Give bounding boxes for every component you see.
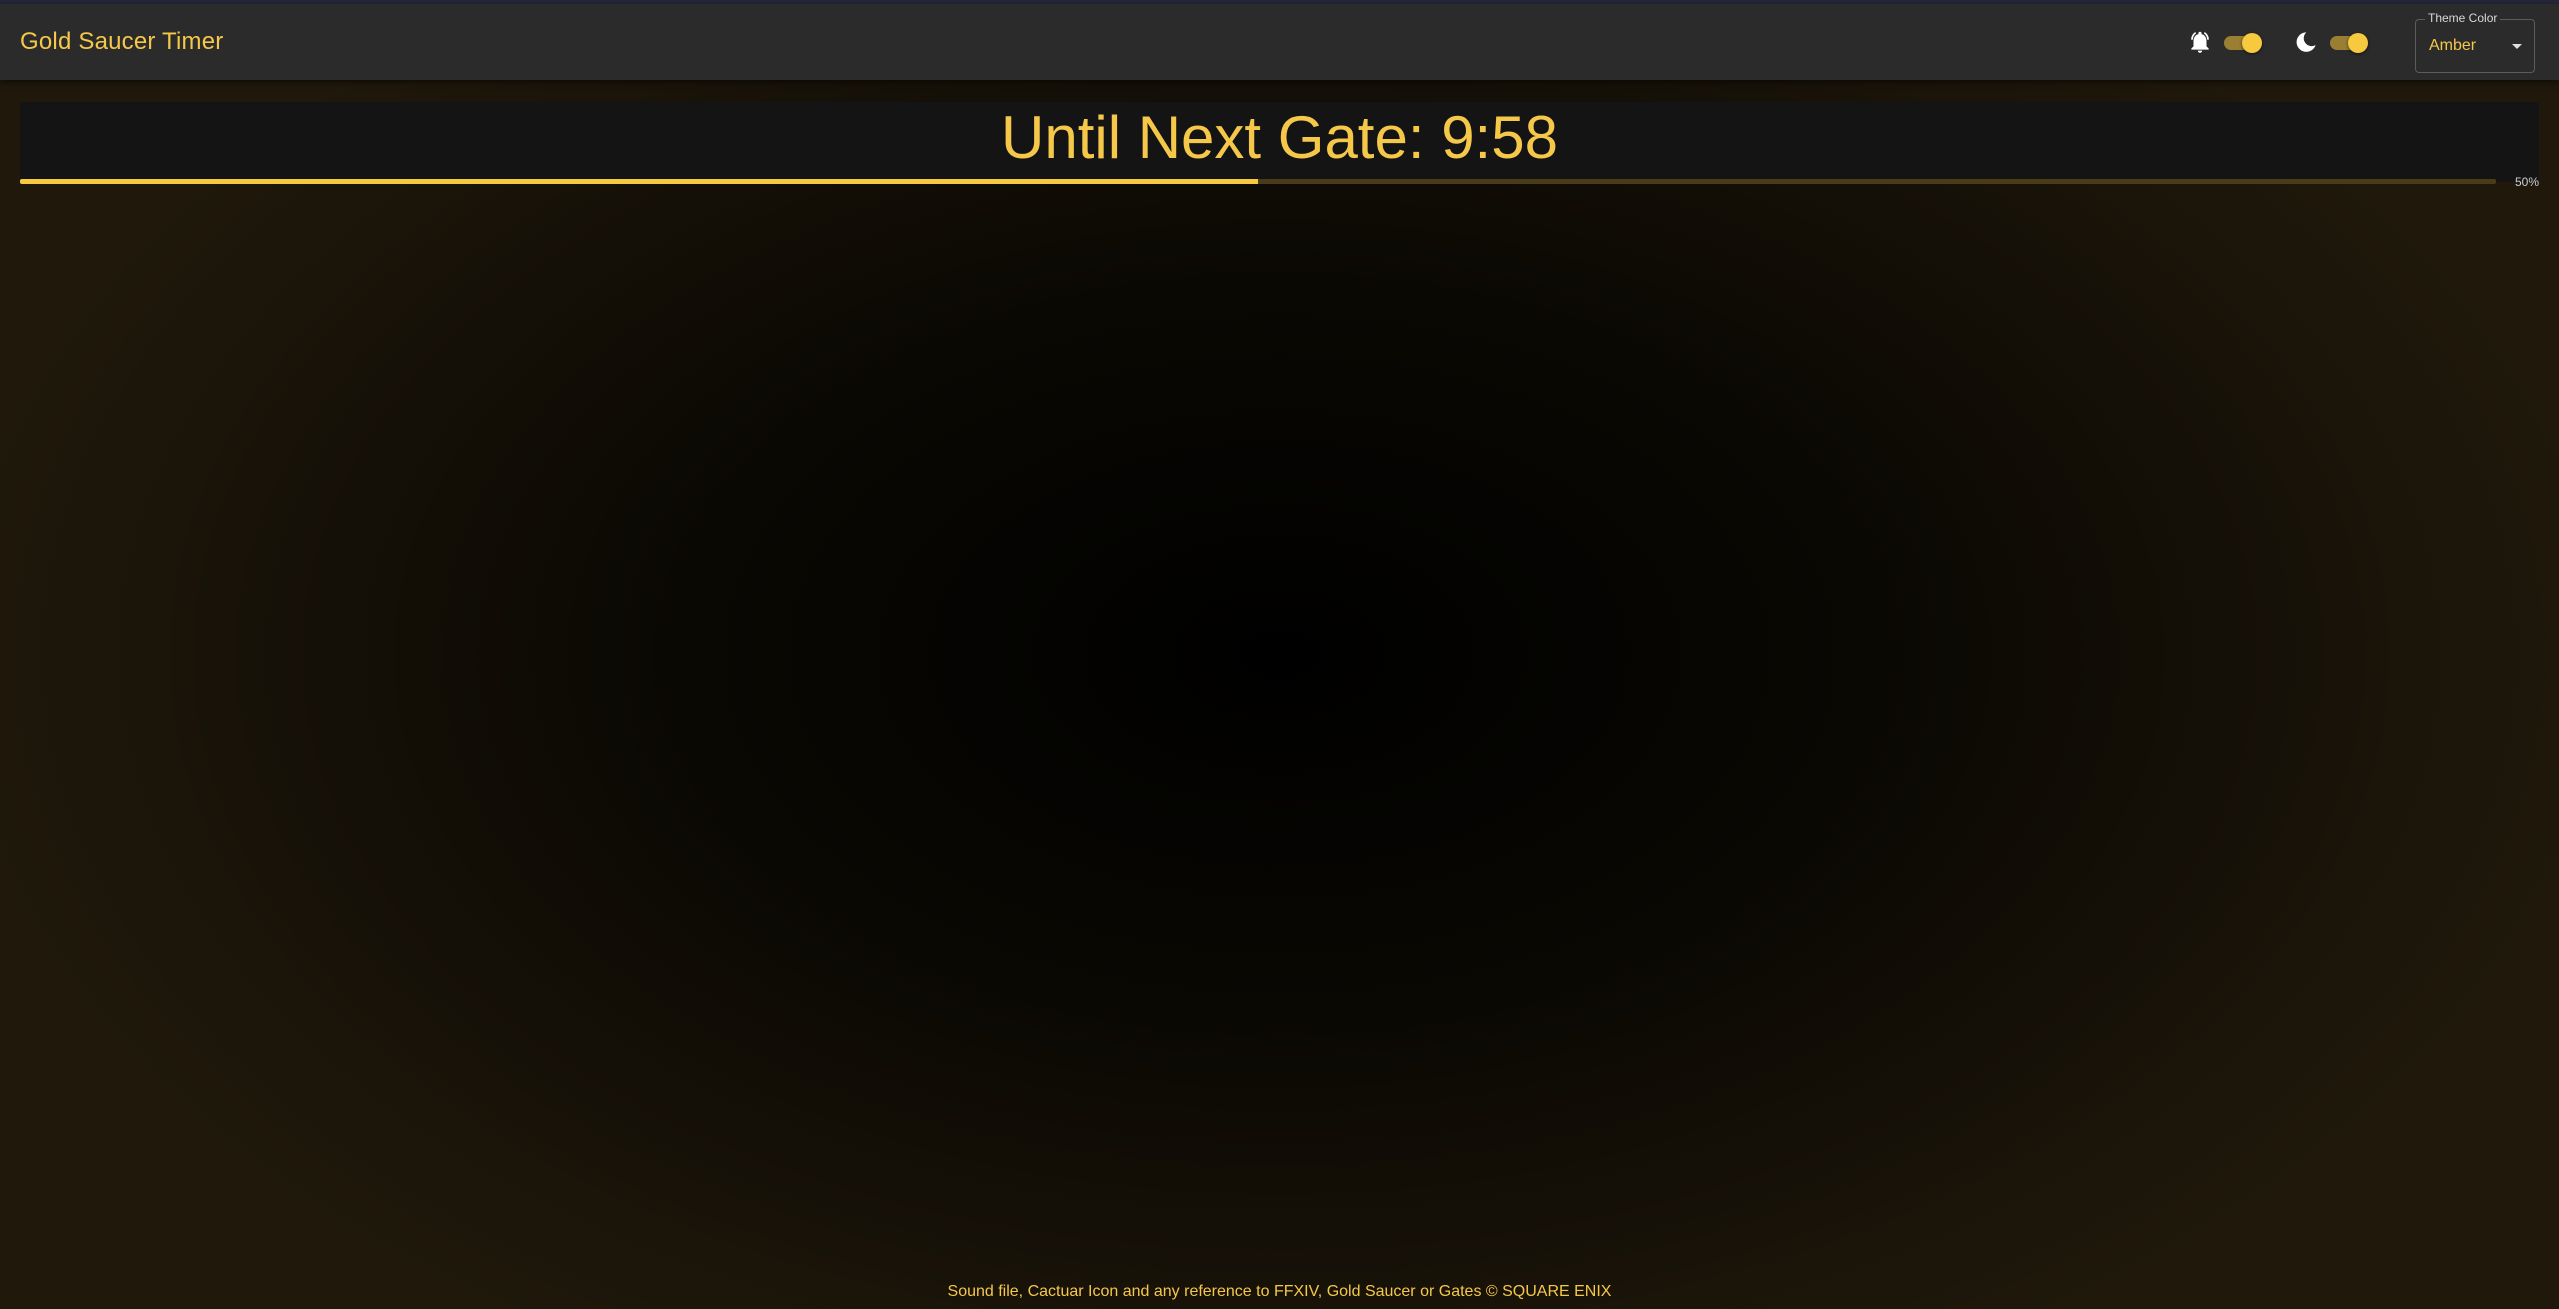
dark-mode-toggle-thumb: [2348, 33, 2368, 53]
timer-card: Until Next Gate: 9:58: [20, 102, 2539, 182]
theme-color-select[interactable]: Theme Color Amber: [2415, 11, 2535, 73]
caret-down-icon: [2512, 44, 2522, 49]
gate-progress-bar: [20, 179, 2496, 184]
theme-color-value: Amber: [2429, 37, 2477, 54]
moon-icon[interactable]: [2293, 29, 2319, 55]
gate-progress-fill: [20, 179, 1258, 184]
footer-credits: Sound file, Cactuar Icon and any referen…: [947, 1283, 1612, 1300]
bell-alert-icon[interactable]: [2187, 29, 2213, 55]
app-title: Gold Saucer Timer: [20, 28, 224, 55]
app-bar: Gold Saucer Timer Theme Color Amber: [0, 4, 2559, 80]
gate-progress-label: 50%: [2514, 175, 2539, 189]
theme-color-label: Theme Color: [2425, 11, 2501, 25]
notifications-toggle-thumb: [2242, 33, 2262, 53]
gate-countdown: Until Next Gate: 9:58: [1001, 104, 1558, 171]
dark-mode-toggle[interactable]: [2330, 33, 2368, 53]
notifications-toggle[interactable]: [2224, 33, 2262, 53]
